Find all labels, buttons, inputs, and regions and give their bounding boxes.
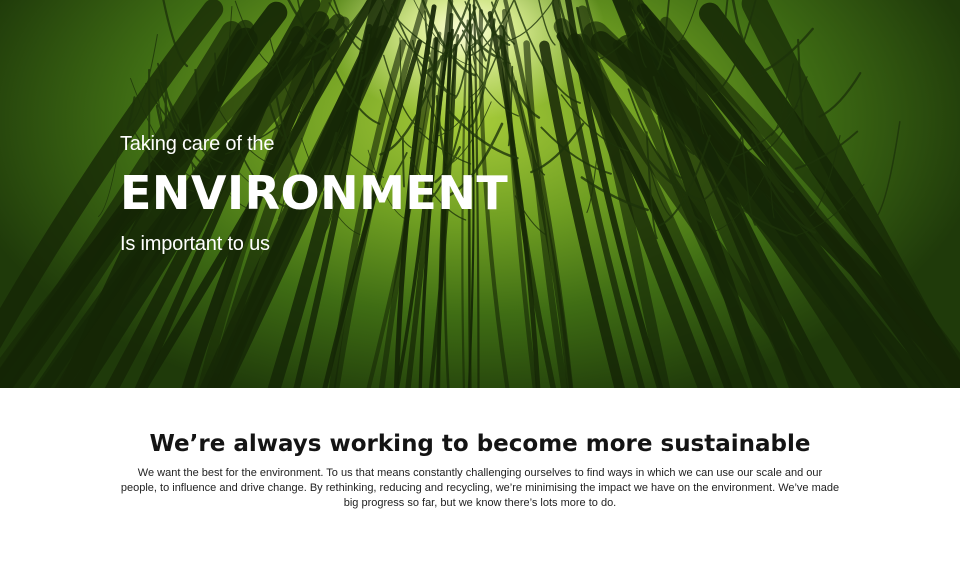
section-heading: We’re always working to become more sust… <box>149 431 811 457</box>
hero-subtitle: Taking care of the <box>120 133 275 155</box>
section-body-text: We want the best for the environment. To… <box>120 467 840 509</box>
hero-text-block: Taking care of the ENVIRONMENT Is import… <box>120 131 508 257</box>
hero-title: ENVIRONMENT <box>120 166 509 220</box>
hero-tagline: Is important to us <box>120 233 270 255</box>
hero-banner: Taking care of the ENVIRONMENT Is import… <box>0 0 960 388</box>
sustainability-section: We’re always working to become more sust… <box>0 388 960 511</box>
